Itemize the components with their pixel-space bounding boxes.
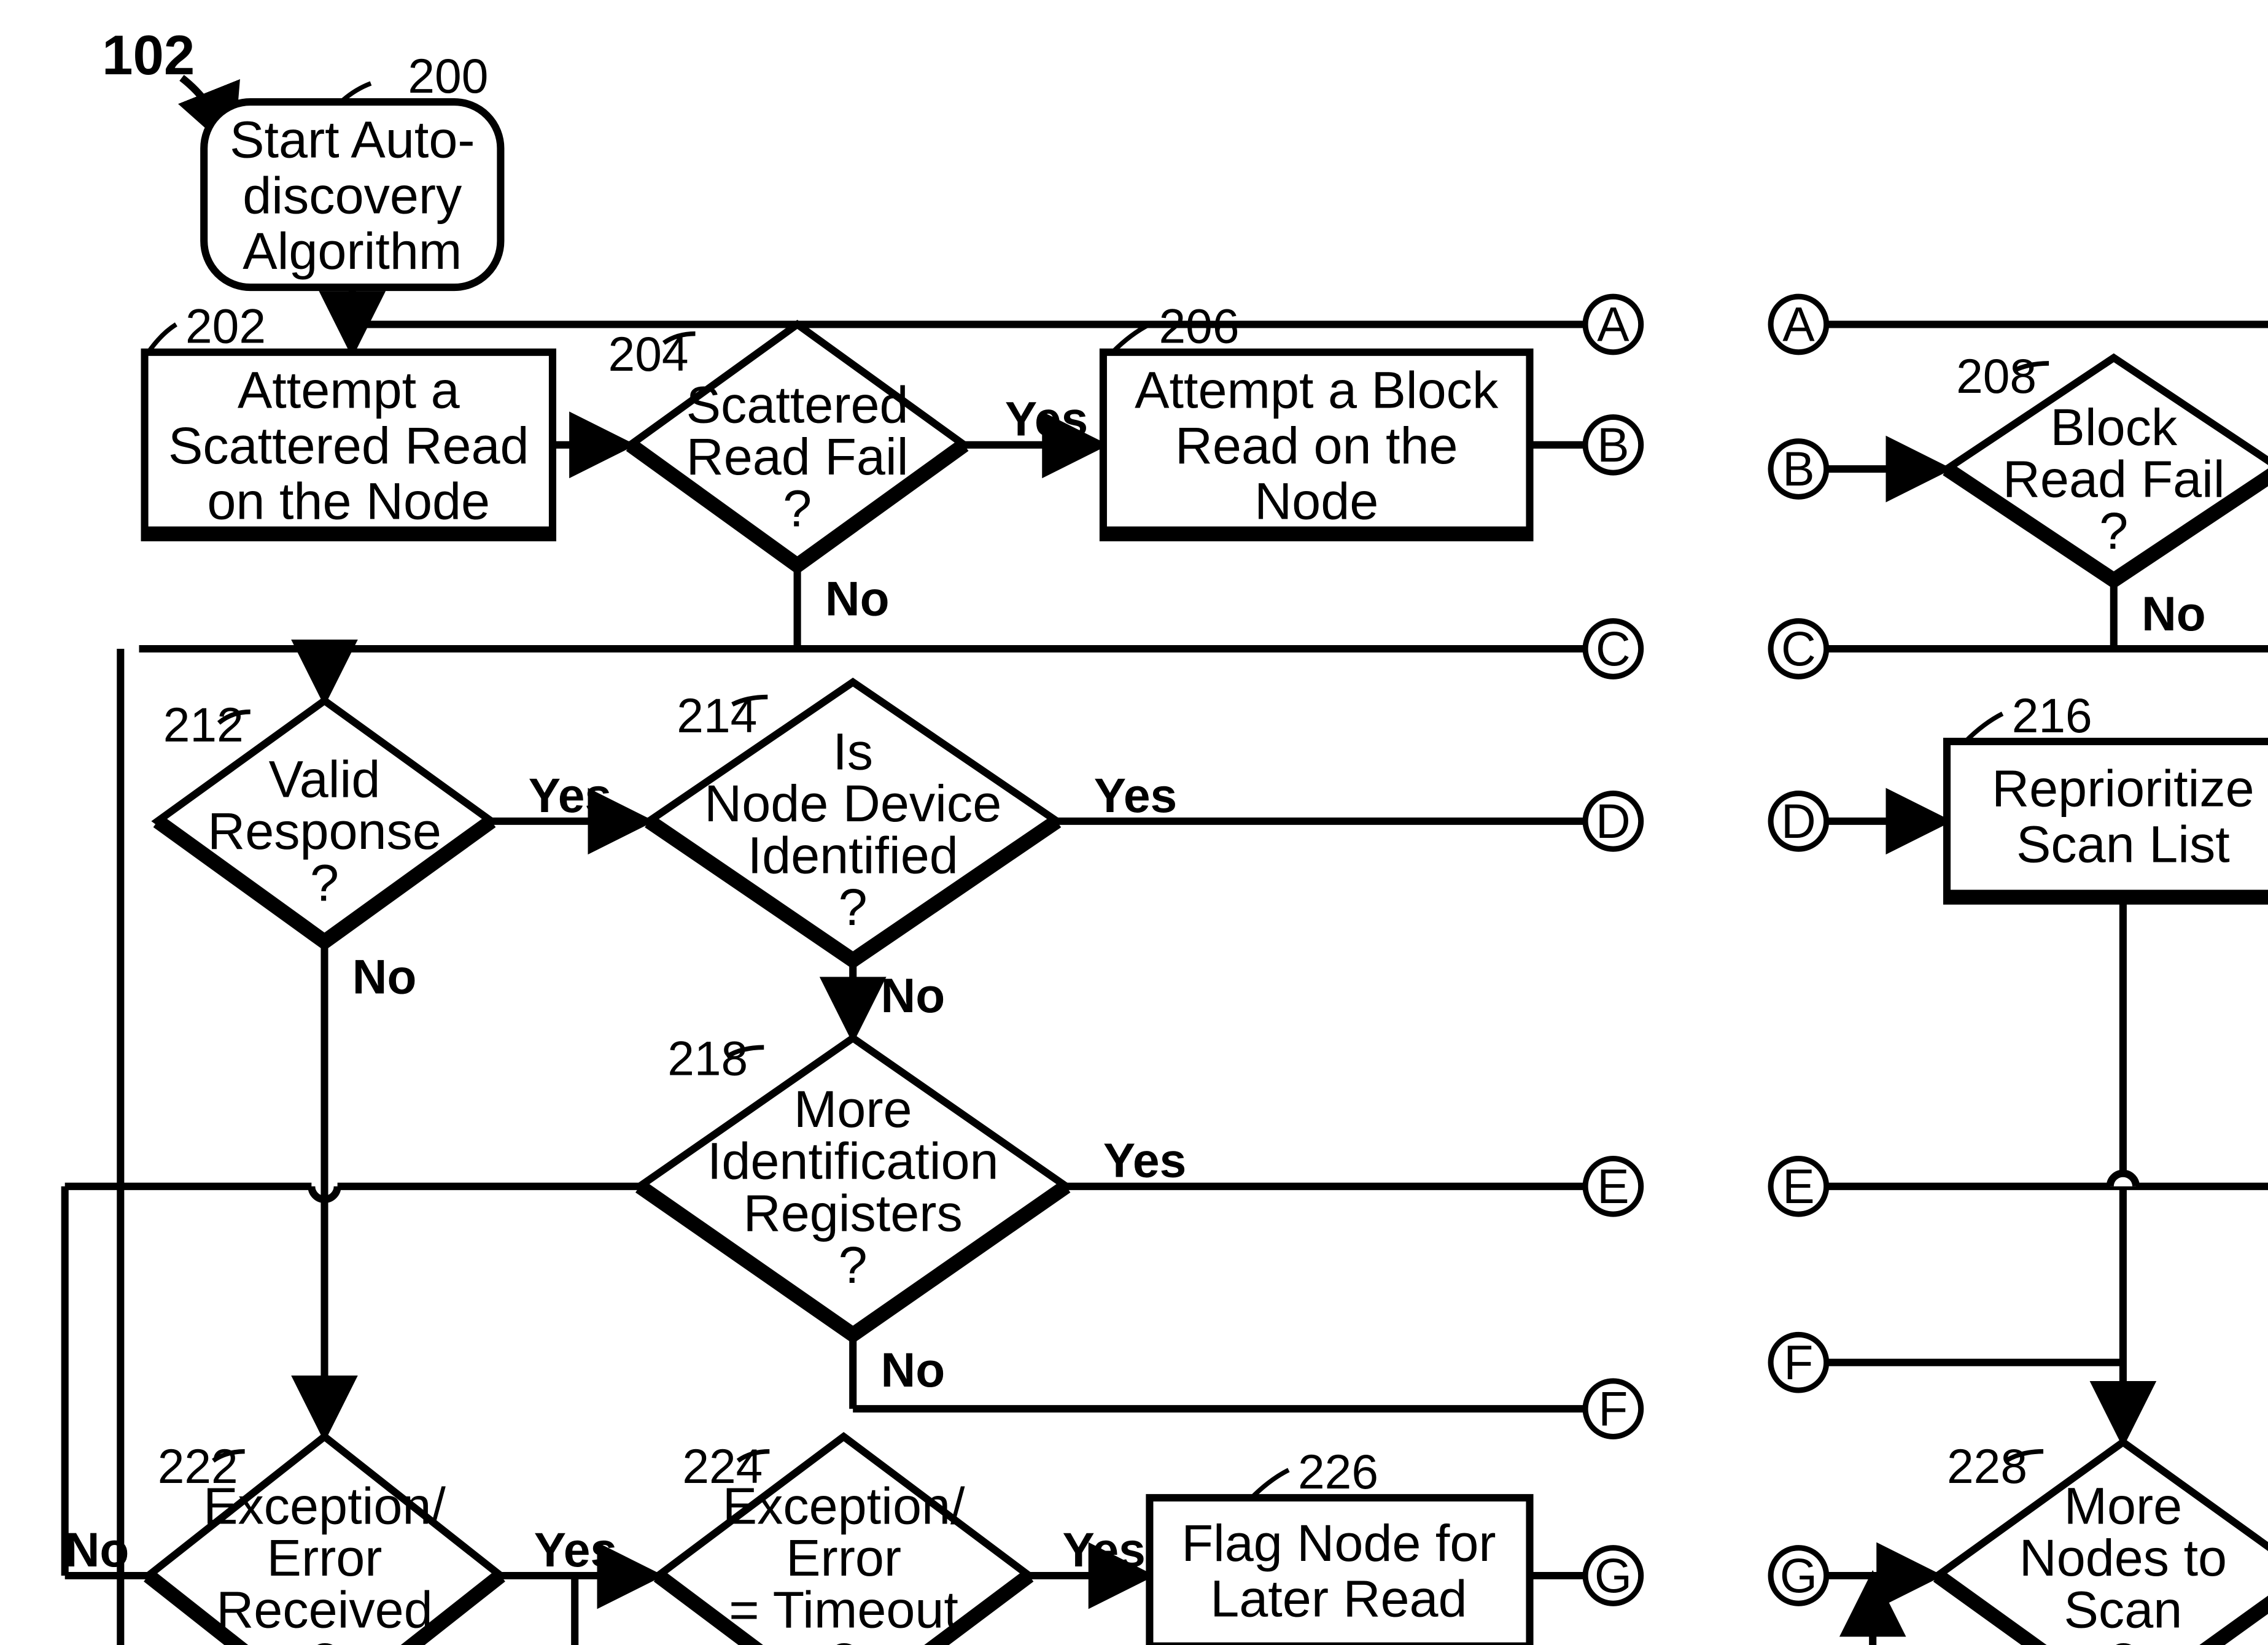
n200-l1: Start Auto- xyxy=(230,110,475,169)
n218-l1: More xyxy=(794,1080,912,1138)
num-212: 212 xyxy=(163,698,244,752)
n216-l2: Scan List xyxy=(2016,815,2230,873)
num-208: 208 xyxy=(1956,349,2037,403)
n200-l2: discovery xyxy=(243,166,462,224)
n204-l2: Read Fail xyxy=(686,427,909,486)
n218-l3: Registers xyxy=(744,1183,963,1242)
n214-l1: Is xyxy=(833,722,873,780)
num-200: 200 xyxy=(408,49,488,103)
yes-222: Yes xyxy=(534,1523,617,1577)
n204-l3: ? xyxy=(783,479,812,538)
yes-212: Yes xyxy=(529,768,612,822)
n224-l4: ? xyxy=(829,1632,858,1645)
connA-in: A xyxy=(1782,298,1815,352)
connA-out: A xyxy=(1597,298,1629,352)
n202-l1: Attempt a xyxy=(238,360,460,419)
connC-out: C xyxy=(1596,622,1631,676)
n200-l3: Algorithm xyxy=(243,222,462,280)
connF-out: F xyxy=(1598,1382,1628,1436)
n206-l1: Attempt a Block xyxy=(1135,360,1499,419)
num-218: 218 xyxy=(667,1032,748,1086)
num-222: 222 xyxy=(158,1439,238,1493)
connB-out: B xyxy=(1597,418,1629,472)
n228-l1: More xyxy=(2064,1476,2183,1535)
n226-l2: Later Read xyxy=(1210,1569,1467,1627)
num-216: 216 xyxy=(2012,689,2092,743)
n228-l2: Nodes to xyxy=(2019,1528,2227,1587)
figure-ref: 102 xyxy=(102,25,195,87)
n202-l3: on the Node xyxy=(207,472,490,530)
no-214: No xyxy=(881,969,946,1023)
num-202: 202 xyxy=(185,300,266,354)
n222-l2: Error xyxy=(267,1528,383,1587)
no-208: No xyxy=(2142,587,2206,641)
yes-224: Yes xyxy=(1062,1523,1145,1577)
n218-l2: Identification xyxy=(707,1132,999,1190)
connC-in: C xyxy=(1781,622,1816,676)
no-212: No xyxy=(352,950,417,1004)
connE-in: E xyxy=(1782,1159,1814,1213)
connE-out: E xyxy=(1597,1159,1629,1213)
n216-l1: Reprioritize xyxy=(1992,759,2254,818)
connG-in: G xyxy=(1780,1549,1817,1603)
num-214: 214 xyxy=(677,689,757,743)
n222-l3: Received xyxy=(216,1581,432,1639)
n226-l1: Flag Node for xyxy=(1181,1514,1496,1572)
n212-l2: Response xyxy=(208,802,441,860)
n224-l2: Error xyxy=(786,1528,901,1587)
num-224: 224 xyxy=(682,1439,763,1493)
n214-l4: ? xyxy=(839,878,868,936)
n208-l3: ? xyxy=(2099,501,2128,560)
num-226: 226 xyxy=(1298,1445,1378,1499)
connD-out: D xyxy=(1596,794,1631,848)
n206-l2: Read on the xyxy=(1175,416,1458,474)
connF-in: F xyxy=(1784,1336,1813,1390)
n214-l3: Identified xyxy=(748,826,958,884)
no-204: No xyxy=(825,572,890,626)
connD-in: D xyxy=(1781,794,1816,848)
yes-218: Yes xyxy=(1103,1134,1186,1188)
n222-l4: ? xyxy=(310,1632,339,1645)
no-218: No xyxy=(881,1343,946,1397)
n208-l1: Block xyxy=(2050,398,2177,456)
n212-l3: ? xyxy=(310,854,339,912)
n206-l3: Node xyxy=(1254,472,1378,530)
connG-out: G xyxy=(1594,1549,1632,1603)
n202-l2: Scattered Read xyxy=(168,416,529,474)
n204-l1: Scattered xyxy=(686,376,909,434)
n224-l3: = Timeout xyxy=(729,1581,958,1639)
n218-l4: ? xyxy=(839,1236,868,1294)
n208-l2: Read Fail xyxy=(2003,449,2225,508)
num-228: 228 xyxy=(1947,1439,2027,1493)
n214-l2: Node Device xyxy=(704,774,1001,832)
yes-214: Yes xyxy=(1094,768,1177,822)
n228-l4: ? xyxy=(2108,1632,2137,1645)
n222-l1: Exception/ xyxy=(203,1476,446,1535)
n212-l1: Valid xyxy=(269,750,381,808)
yes-204: Yes xyxy=(1005,392,1088,446)
n228-l3: Scan xyxy=(2064,1581,2183,1639)
connB-in: B xyxy=(1782,442,1814,496)
